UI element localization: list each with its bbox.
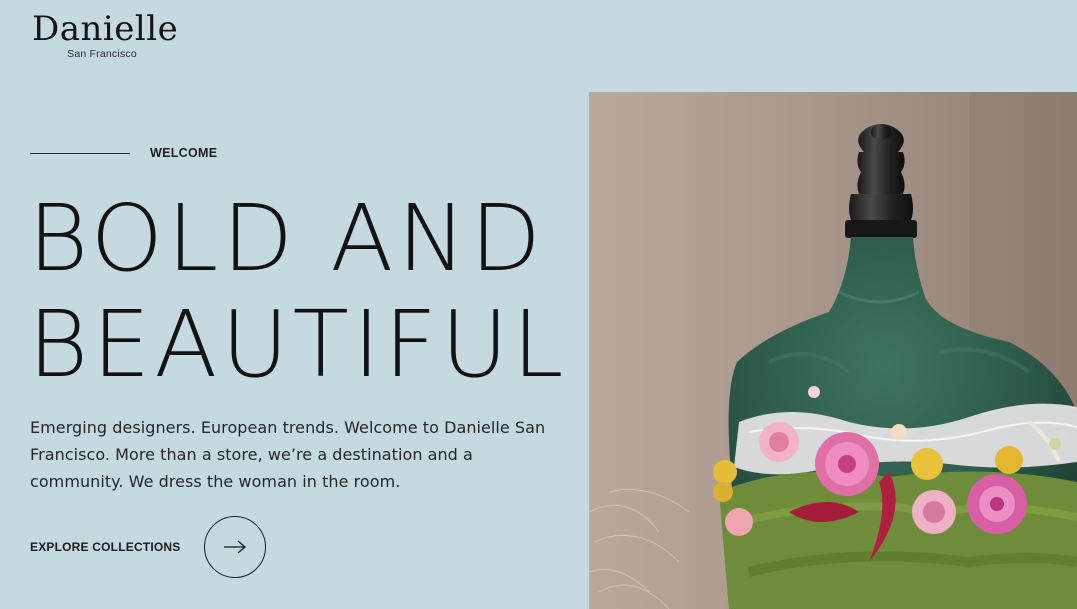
hero-image [589,92,1077,609]
explore-collections-link[interactable]: EXPLORE COLLECTIONS [30,516,267,578]
arrow-right-icon [224,540,247,554]
hero-headline: BOLD AND BEAUTIFUL [28,186,567,398]
logo-name: Danielle [32,9,179,49]
cta-label: EXPLORE COLLECTIONS [30,540,181,554]
cta-arrow-button[interactable] [204,516,267,578]
dress-form-flowers-image [589,92,1077,609]
headline-line-2: BEAUTIFUL [28,291,568,398]
eyebrow-divider [30,152,130,154]
logo[interactable]: Danielle San Francisco [32,9,179,60]
hero-description: Emerging designers. European trends. Wel… [30,418,546,491]
logo-location: San Francisco [67,48,137,60]
eyebrow-label: WELCOME [150,146,218,160]
welcome-eyebrow: WELCOME [30,146,217,160]
headline-line-1: BOLD AND [28,185,545,292]
